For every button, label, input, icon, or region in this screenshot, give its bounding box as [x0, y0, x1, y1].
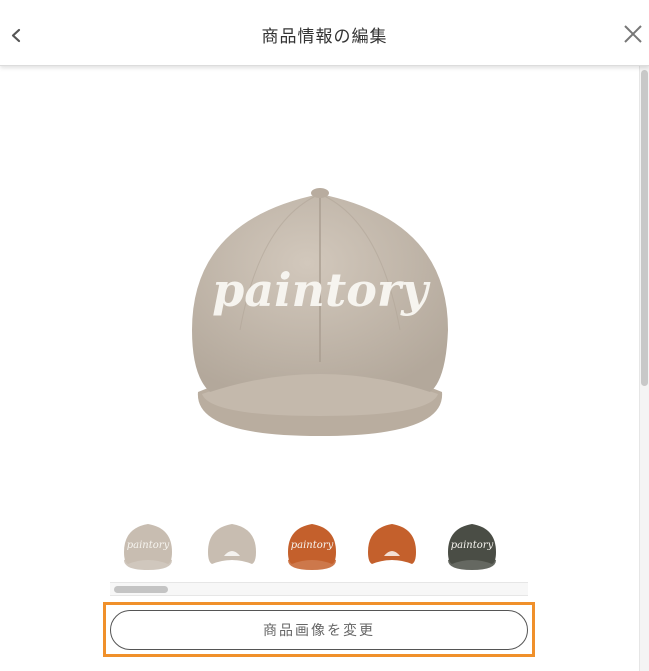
product-thumbnail[interactable] — [362, 518, 422, 576]
product-thumbnail[interactable] — [202, 518, 262, 576]
cap-logo-text: paintory — [212, 263, 431, 317]
modal-header: 商品情報の編集 — [0, 0, 649, 66]
close-icon[interactable] — [619, 20, 647, 48]
product-thumbnail[interactable]: paintory — [282, 518, 342, 576]
thumbnail-logo-text: paintory — [451, 540, 494, 551]
change-product-image-button[interactable]: 商品画像を変更 — [110, 610, 528, 650]
thumbnail-logo-text: paintory — [127, 540, 170, 551]
product-thumbnail[interactable]: paintory — [118, 518, 178, 576]
thumbnail-strip: paintory paintory paintory — [110, 518, 528, 580]
thumbnail-scrollbar[interactable] — [110, 582, 528, 596]
thumbnail-logo-text: paintory — [291, 540, 334, 551]
product-thumbnail[interactable]: paintory — [442, 518, 502, 576]
page-title: 商品情報の編集 — [261, 27, 388, 47]
vertical-scrollbar-thumb[interactable] — [641, 70, 648, 386]
thumbnail-scrollbar-thumb[interactable] — [114, 586, 168, 593]
product-main-image: paintory — [192, 188, 448, 436]
